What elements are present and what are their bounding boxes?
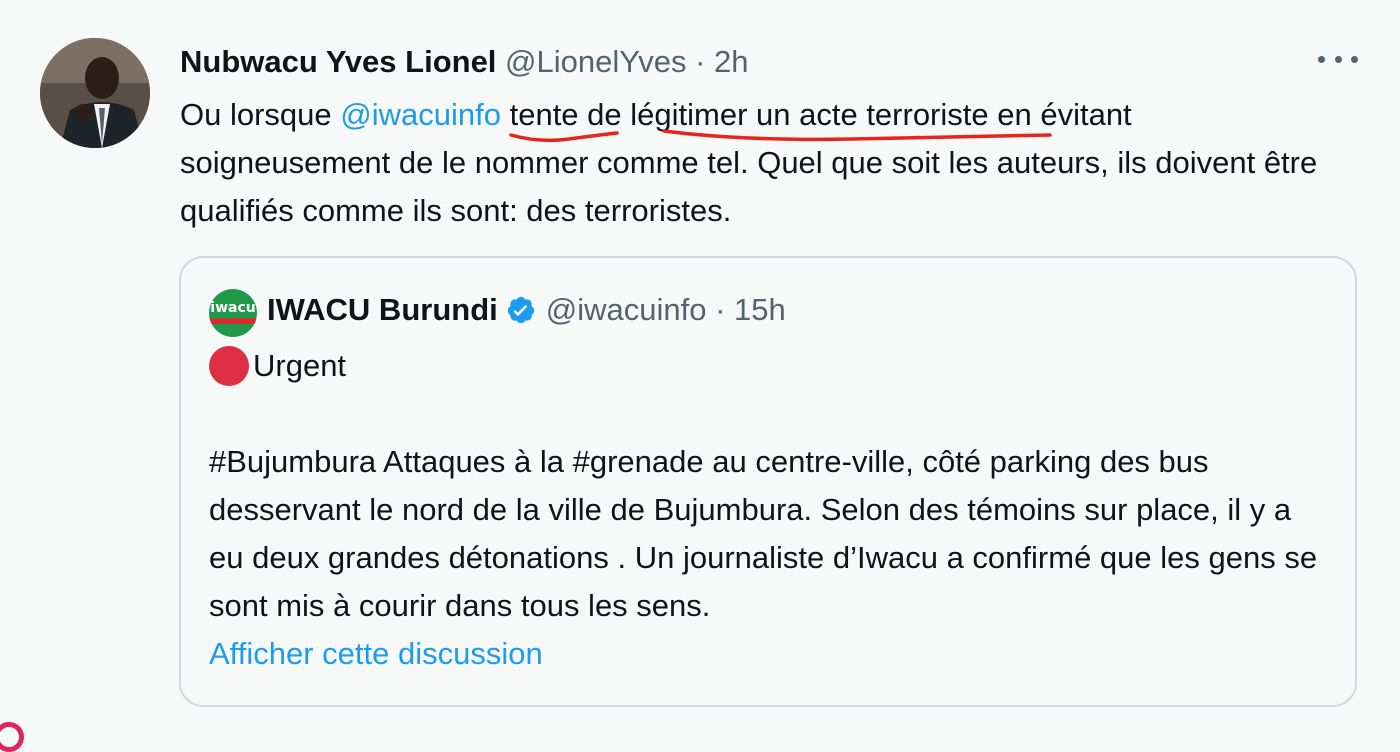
more-options-icon[interactable] bbox=[1318, 44, 1358, 74]
quoted-author-name[interactable]: IWACU Burundi bbox=[267, 290, 498, 330]
verified-badge-icon bbox=[507, 296, 534, 324]
quoted-tweet-header: IWACU Burundi @iwacuinfo · 15h bbox=[267, 290, 786, 330]
quoted-author-avatar[interactable]: iwacu bbox=[209, 289, 257, 337]
author-avatar[interactable] bbox=[40, 38, 150, 148]
tweet-header: Nubwacu Yves Lionel @LionelYves · 2h bbox=[180, 42, 749, 82]
tweet-text-segment: lég bbox=[621, 97, 672, 132]
quoted-author-handle[interactable]: @iwacuinfo bbox=[546, 290, 707, 330]
separator-dot: · bbox=[695, 44, 706, 79]
separator-dot: · bbox=[715, 292, 726, 327]
red-annotation-mark bbox=[0, 722, 24, 752]
logo-band bbox=[209, 318, 257, 324]
red-circle-icon bbox=[209, 346, 249, 386]
quoted-tweet-timestamp[interactable]: 15h bbox=[734, 290, 786, 330]
tweet-timestamp[interactable]: 2h bbox=[714, 44, 748, 79]
tweet-text: Ou lorsque @iwacuinfo tente de légitimer… bbox=[180, 91, 1320, 235]
quoted-tweet-body: #Bujumbura Attaques à la #grenade au cen… bbox=[209, 444, 1318, 623]
author-handle[interactable]: @LionelYves bbox=[505, 44, 686, 79]
urgent-label: Urgent bbox=[253, 348, 347, 383]
underlined-text-1: tente de bbox=[500, 97, 622, 143]
mention-link[interactable]: @iwacuinfo bbox=[340, 97, 501, 132]
urgent-line: Urgent bbox=[209, 346, 346, 386]
tweet-text-segment: itimer un acte terroriste bbox=[671, 97, 989, 132]
author-name[interactable]: Nubwacu Yves Lionel bbox=[180, 44, 496, 79]
tweet[interactable]: Nubwacu Yves Lionel @LionelYves · 2h Ou … bbox=[0, 0, 1400, 752]
iwacu-logo: iwacu bbox=[210, 300, 256, 316]
quoted-tweet[interactable]: iwacu IWACU Burundi @iwacuinfo · 15h Urg… bbox=[179, 256, 1357, 707]
show-thread-link[interactable]: Afficher cette discussion bbox=[209, 634, 543, 674]
tweet-text-segment: Ou lorsque bbox=[180, 97, 341, 132]
underlined-text-2: itimer un acte terroriste bbox=[661, 97, 1052, 142]
tweet-text-segment: tente de bbox=[500, 97, 622, 132]
